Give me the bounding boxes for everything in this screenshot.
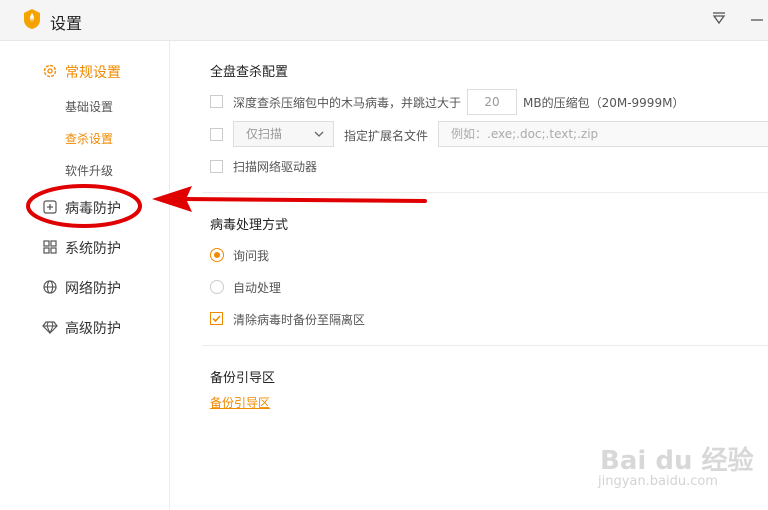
sidebar-item-label: 常规设置 — [65, 65, 121, 81]
scan-mode-value: 仅扫描 — [246, 127, 283, 141]
annotation-arrow-shaft — [183, 197, 427, 203]
sidebar-item-label: 系统防护 — [65, 241, 121, 257]
sidebar-subitem-basic[interactable]: 基础设置 — [65, 98, 113, 115]
sidebar-item-general[interactable]: 常规设置 — [0, 55, 169, 87]
deep-scan-checkbox[interactable] — [210, 95, 223, 108]
backup-boot-title: 备份引导区 — [210, 371, 276, 386]
deep-scan-label: 深度查杀压缩包中的木马病毒，并跳过大于 — [233, 96, 462, 110]
archive-size-input[interactable]: 20 — [467, 89, 517, 115]
check-icon — [212, 315, 221, 323]
sidebar-item-system-protection[interactable]: 系统防护 — [0, 231, 169, 263]
watermark-logo-text: Bai du 经验 — [600, 446, 754, 476]
archive-size-suffix: MB的压缩包（20M-9999M） — [523, 96, 685, 110]
sidebar-item-advanced-protection[interactable]: 高级防护 — [0, 311, 169, 343]
auto-handle-label: 自动处理 — [233, 281, 282, 295]
ask-me-label: 询问我 — [233, 249, 270, 263]
ext-label: 指定扩展名文件 — [344, 129, 429, 143]
network-drive-label: 扫描网络驱动器 — [233, 160, 318, 174]
gear-icon — [43, 64, 57, 78]
ask-me-radio[interactable] — [210, 248, 224, 262]
backup-boot-link[interactable]: 备份引导区 — [210, 394, 270, 411]
backup-quarantine-checkbox[interactable] — [210, 312, 223, 325]
sidebar-item-label: 病毒防护 — [65, 201, 121, 217]
backup-quarantine-label: 清除病毒时备份至隔离区 — [233, 313, 366, 327]
sidebar: 常规设置 基础设置 查杀设置 软件升级 病毒防护 系统防护 网络防护 高级防护 — [0, 41, 170, 510]
sidebar-subitem-scan[interactable]: 查杀设置 — [65, 130, 113, 147]
sidebar-subitem-upgrade[interactable]: 软件升级 — [65, 162, 113, 179]
network-drive-checkbox[interactable] — [210, 160, 223, 173]
virus-handling-title: 病毒处理方式 — [210, 218, 289, 233]
dropdown-menu-icon[interactable] — [712, 11, 726, 25]
window-title: 设置 — [50, 14, 83, 33]
scan-mode-select[interactable]: 仅扫描 — [233, 121, 334, 147]
sidebar-item-label: 高级防护 — [65, 321, 121, 337]
watermark-url: jingyan.baidu.com — [598, 474, 718, 489]
diamond-icon — [42, 321, 58, 335]
sidebar-item-label: 网络防护 — [65, 281, 121, 297]
ext-input[interactable]: 例如：.exe;.doc;.text;.zip — [438, 121, 768, 147]
globe-icon — [43, 280, 57, 294]
ext-scan-checkbox[interactable] — [210, 128, 223, 141]
chevron-down-icon — [314, 131, 324, 137]
minimize-icon[interactable] — [750, 4, 764, 24]
title-bar: 设置 — [0, 0, 768, 41]
sidebar-item-virus-protection[interactable]: 病毒防护 — [0, 191, 169, 223]
shield-logo-icon — [24, 9, 40, 29]
auto-handle-radio[interactable] — [210, 280, 224, 294]
grid-icon — [43, 240, 57, 254]
scan-config-title: 全盘查杀配置 — [210, 65, 289, 80]
divider — [202, 345, 768, 346]
sidebar-item-network-protection[interactable]: 网络防护 — [0, 271, 169, 303]
plus-square-icon — [43, 200, 57, 214]
divider — [202, 192, 768, 193]
